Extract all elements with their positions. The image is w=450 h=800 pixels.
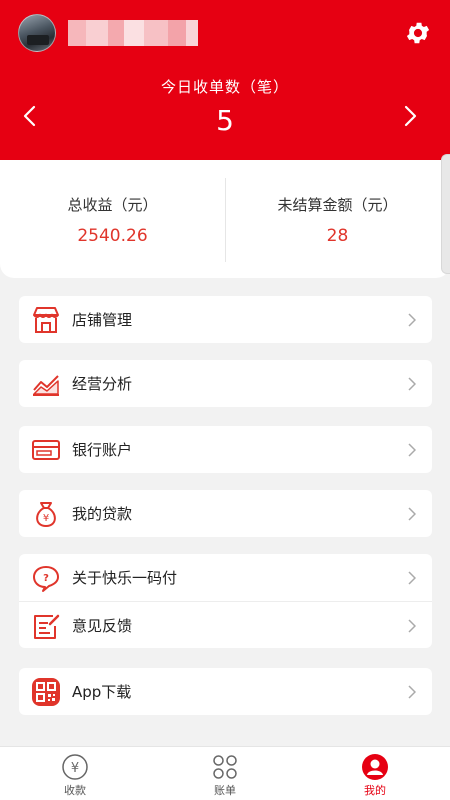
menu-item-loan[interactable]: ¥ 我的贷款 <box>19 490 432 537</box>
menu-item-about[interactable]: ? 关于快乐一码付 <box>19 554 432 601</box>
edge-handle[interactable] <box>441 154 450 274</box>
bank-card-icon <box>32 440 60 460</box>
today-orders-label: 今日收单数（笔） <box>160 78 289 96</box>
app-download-card: App下载 <box>19 668 432 715</box>
tab-label: 账单 <box>214 784 236 797</box>
feedback-note-icon <box>34 614 60 639</box>
user-icon <box>362 754 388 780</box>
tab-bills[interactable]: 账单 <box>150 747 300 800</box>
svg-text:¥: ¥ <box>71 761 79 776</box>
loan-card: ¥ 我的贷款 <box>19 490 432 537</box>
today-orders-value: 5 <box>216 104 234 137</box>
question-bubble-icon: ? <box>33 566 59 592</box>
chevron-right-icon <box>408 571 416 585</box>
store-card: 店铺管理 <box>19 296 432 343</box>
avatar[interactable] <box>18 14 56 52</box>
menu-item-store[interactable]: 店铺管理 <box>19 296 432 343</box>
chevron-right-icon <box>408 619 416 633</box>
grid-icon <box>213 755 237 779</box>
unsettled-amount-value: 28 <box>326 226 349 246</box>
chevron-right-icon <box>408 377 416 391</box>
svg-text:?: ? <box>43 573 49 584</box>
chevron-right-icon <box>408 313 416 327</box>
menu-item-label: App下载 <box>72 683 132 701</box>
yen-circle-icon: ¥ <box>62 754 88 780</box>
bottom-tab-bar: ¥ 收款 账单 我的 <box>0 746 450 800</box>
header: 今日收单数（笔） 5 <box>0 0 450 160</box>
menu-item-analysis[interactable]: 经营分析 <box>19 360 432 407</box>
menu-item-label: 经营分析 <box>72 375 133 393</box>
chevron-right-icon <box>408 507 416 521</box>
chevron-right-icon[interactable] <box>398 103 422 129</box>
analysis-card: 经营分析 <box>19 360 432 407</box>
chevron-right-icon <box>408 685 416 699</box>
chevron-left-icon[interactable] <box>18 103 42 129</box>
menu-item-app-download[interactable]: App下载 <box>19 668 432 715</box>
qr-code-icon <box>32 678 60 706</box>
tab-mine[interactable]: 我的 <box>300 747 450 800</box>
menu-item-feedback[interactable]: 意见反馈 <box>19 601 432 648</box>
menu-item-label: 意见反馈 <box>72 617 133 635</box>
menu-item-label: 银行账户 <box>72 441 133 459</box>
unsettled-amount-label: 未结算金额（元） <box>277 196 398 214</box>
menu-item-label: 我的贷款 <box>72 505 133 523</box>
unsettled-amount[interactable]: 未结算金额（元） 28 <box>225 160 450 278</box>
total-earnings[interactable]: 总收益（元） 2540.26 <box>0 160 225 278</box>
earnings-summary: 总收益（元） 2540.26 未结算金额（元） 28 <box>0 160 450 278</box>
chevron-right-icon <box>408 443 416 457</box>
tab-collect[interactable]: ¥ 收款 <box>0 747 150 800</box>
tab-label: 收款 <box>64 784 86 797</box>
menu-item-label: 店铺管理 <box>72 311 133 329</box>
store-icon <box>33 307 59 333</box>
about-feedback-card: ? 关于快乐一码付 意见反馈 <box>19 554 432 648</box>
tab-label: 我的 <box>364 784 386 797</box>
trend-chart-icon <box>33 375 59 396</box>
settings-gear-icon[interactable] <box>404 19 432 47</box>
money-bag-icon: ¥ <box>36 502 56 527</box>
menu-item-label: 关于快乐一码付 <box>72 569 178 587</box>
total-earnings-label: 总收益（元） <box>67 196 158 214</box>
menu-item-bank[interactable]: 银行账户 <box>19 426 432 473</box>
username-blurred <box>68 20 198 46</box>
svg-text:¥: ¥ <box>43 513 49 524</box>
total-earnings-value: 2540.26 <box>77 226 148 246</box>
bank-card: 银行账户 <box>19 426 432 473</box>
